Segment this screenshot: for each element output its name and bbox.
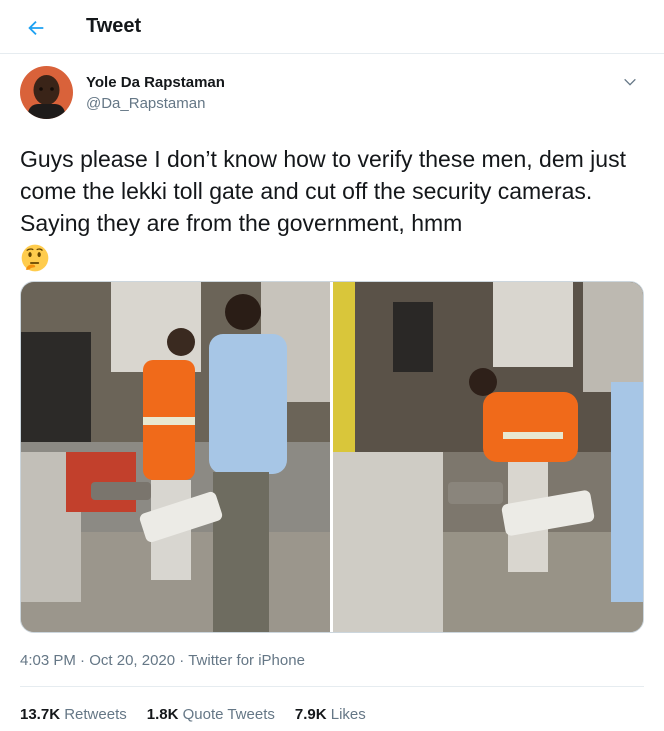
page-title: Tweet [86,15,142,37]
retweets-stat[interactable]: 13.7K Retweets [20,706,127,723]
meta-separator: · [80,652,86,669]
author-handle[interactable]: @Da_Rapstaman [86,95,205,112]
photo-left[interactable] [21,282,330,632]
tweet-time[interactable]: 4:03 PM [20,652,76,669]
tweet-text: Guys please I don’t know how to verify t… [20,143,644,273]
tweet-media[interactable] [20,281,644,633]
meta-separator: · [179,652,185,669]
quotes-count: 1.8K [146,706,179,723]
chevron-down-icon [624,78,636,86]
tweet-meta: 4:03 PM · Oct 20, 2020 · Twitter for iPh… [20,652,305,669]
header-bar: Tweet [0,0,664,54]
arrow-left-icon [28,20,44,36]
likes-count: 7.9K [294,706,327,723]
retweets-label: Retweets [64,706,127,723]
tweet-body: Guys please I don’t know how to verify t… [20,146,626,236]
tweet-stats: 13.7K Retweets 1.8K Quote Tweets 7.9K Li… [20,706,366,723]
tweet-date[interactable]: Oct 20, 2020 [89,652,175,669]
likes-stat[interactable]: 7.9K Likes [295,706,366,723]
retweets-count: 13.7K [20,706,61,723]
divider [20,686,644,687]
avatar[interactable] [20,66,73,119]
author-name[interactable]: Yole Da Rapstaman [86,74,225,91]
tweet-author: Yole Da Rapstaman @Da_Rapstaman [20,66,644,122]
quote-tweets-stat[interactable]: 1.8K Quote Tweets [147,706,275,723]
tweet-source[interactable]: Twitter for iPhone [188,652,305,669]
thinking-face-icon [21,244,49,272]
likes-label: Likes [330,706,366,723]
more-options-button[interactable] [620,72,640,92]
quotes-label: Quote Tweets [182,706,275,723]
photo-right[interactable] [333,282,643,632]
back-button[interactable] [20,12,52,44]
